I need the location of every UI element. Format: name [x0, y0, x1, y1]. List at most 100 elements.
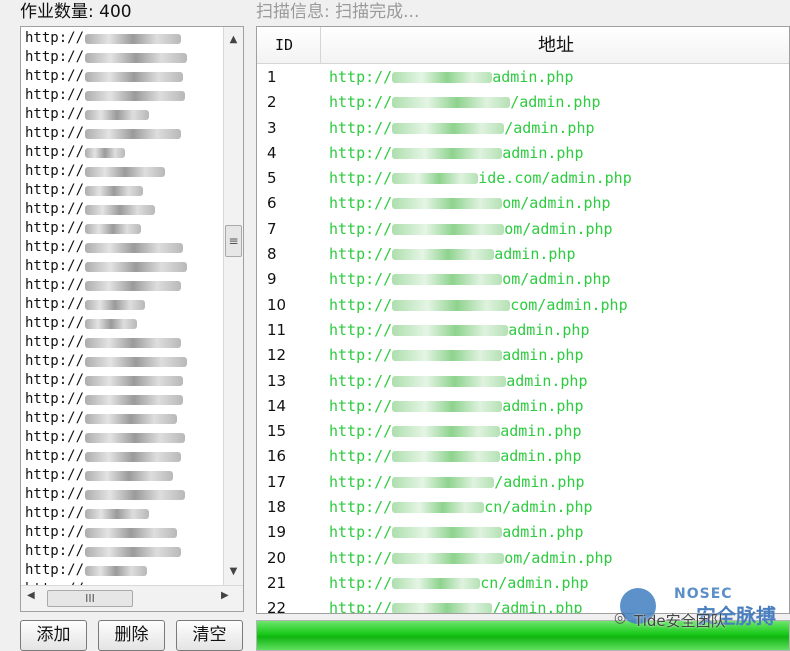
- list-item[interactable]: http://: [25, 447, 221, 466]
- list-item[interactable]: http://: [25, 67, 221, 86]
- table-row[interactable]: 2 http:// /admin.php: [257, 90, 789, 115]
- cell-address: http:// admin.php: [329, 141, 584, 166]
- cell-id: 17: [267, 472, 287, 491]
- list-item[interactable]: http://: [25, 466, 221, 485]
- add-button[interactable]: 添加: [20, 620, 87, 651]
- obscured-domain: [392, 426, 501, 438]
- list-item[interactable]: http://: [25, 561, 221, 580]
- list-item[interactable]: http://: [25, 504, 221, 523]
- table-row[interactable]: 1 http:// admin.php: [257, 65, 789, 90]
- list-item[interactable]: http://: [25, 200, 221, 219]
- scroll-right-icon[interactable]: ▶: [221, 590, 229, 601]
- list-item[interactable]: http://: [25, 371, 221, 390]
- url-prefix: http://: [329, 346, 393, 365]
- scroll-up-icon[interactable]: ▲: [224, 31, 243, 49]
- list-item[interactable]: http://: [25, 143, 221, 162]
- obscured-domain: [392, 451, 501, 463]
- table-row[interactable]: 15 http:// admin.php: [257, 419, 789, 444]
- url-prefix: http://: [329, 169, 393, 188]
- job-count-label: 作业数量: 400: [20, 2, 132, 22]
- list-item[interactable]: http://: [25, 276, 221, 295]
- list-item[interactable]: http://: [25, 428, 221, 447]
- obscured-domain: [392, 299, 511, 311]
- table-row[interactable]: 4 http:// admin.php: [257, 141, 789, 166]
- list-item[interactable]: http://: [25, 257, 221, 276]
- list-item[interactable]: http://: [25, 86, 221, 105]
- list-item[interactable]: http://: [25, 181, 221, 200]
- obscured-domain: [85, 508, 150, 519]
- table-row[interactable]: 19 http:// admin.php: [257, 520, 789, 545]
- url-prefix: http://: [329, 447, 393, 466]
- url-prefix: http://: [329, 118, 393, 137]
- obscured-domain: [85, 489, 186, 500]
- table-row[interactable]: 12 http:// admin.php: [257, 343, 789, 368]
- url-prefix: http://: [329, 270, 393, 289]
- table-row[interactable]: 20 http:// om/admin.php: [257, 546, 789, 571]
- url-suffix: ide.com/admin.php: [478, 169, 632, 188]
- cell-address: http:// /admin.php: [329, 116, 595, 141]
- list-item[interactable]: http://: [25, 485, 221, 504]
- list-item[interactable]: http://: [25, 162, 221, 181]
- table-row[interactable]: 3 http:// /admin.php: [257, 116, 789, 141]
- table-row[interactable]: 18 http:// cn/admin.php: [257, 495, 789, 520]
- table-row[interactable]: 17 http:// /admin.php: [257, 470, 789, 495]
- url-prefix: http://: [329, 143, 393, 162]
- table-row[interactable]: 6 http:// om/admin.php: [257, 191, 789, 216]
- url-list[interactable]: http:// http:// http:// http:// http:// http:…: [20, 26, 244, 612]
- table-row[interactable]: 13 http:// admin.php: [257, 369, 789, 394]
- obscured-domain: [85, 109, 150, 120]
- list-item[interactable]: http://: [25, 238, 221, 257]
- scroll-left-icon[interactable]: ◀: [27, 590, 35, 601]
- cell-address: http:// admin.php: [329, 394, 584, 419]
- obscured-domain: [85, 356, 188, 367]
- list-item[interactable]: http://: [25, 48, 221, 67]
- list-item[interactable]: http://: [25, 105, 221, 124]
- list-item[interactable]: http://: [25, 333, 221, 352]
- table-row[interactable]: 7 http:// om/admin.php: [257, 217, 789, 242]
- delete-button[interactable]: 删除: [98, 620, 165, 651]
- vertical-scrollbar[interactable]: ▲ ≡ ▼: [223, 27, 243, 585]
- list-item[interactable]: http://: [25, 390, 221, 409]
- list-item[interactable]: http://: [25, 314, 221, 333]
- scroll-down-icon[interactable]: ▼: [224, 563, 243, 581]
- obscured-domain: [392, 122, 505, 134]
- url-suffix: admin.php: [502, 143, 584, 162]
- list-item[interactable]: http://: [25, 409, 221, 428]
- results-table[interactable]: ID 地址 1 http:// admin.php 2 http:// /admin.ph…: [256, 26, 790, 614]
- list-item[interactable]: http://: [25, 219, 221, 238]
- table-row[interactable]: 8 http:// admin.php: [257, 242, 789, 267]
- obscured-domain: [85, 204, 156, 215]
- cell-id: 6: [267, 194, 277, 213]
- table-row[interactable]: 11 http:// admin.php: [257, 318, 789, 343]
- vertical-scroll-thumb[interactable]: ≡: [225, 225, 242, 257]
- url-prefix: http://: [329, 245, 393, 264]
- cell-id: 5: [267, 169, 277, 188]
- list-item[interactable]: http://: [25, 124, 221, 143]
- clear-button[interactable]: 清空: [176, 620, 243, 651]
- horizontal-scroll-thumb[interactable]: III: [47, 590, 133, 607]
- table-row[interactable]: 16 http:// admin.php: [257, 444, 789, 469]
- column-header-address[interactable]: 地址: [321, 27, 789, 64]
- cell-id: 14: [267, 396, 287, 415]
- url-prefix: http://: [329, 194, 393, 213]
- table-row[interactable]: 9 http:// om/admin.php: [257, 267, 789, 292]
- obscured-domain: [392, 375, 507, 387]
- url-prefix: http://: [329, 599, 393, 614]
- table-row[interactable]: 5 http:// ide.com/admin.php: [257, 166, 789, 191]
- url-suffix: com/admin.php: [510, 295, 628, 314]
- list-item[interactable]: http://: [25, 542, 221, 561]
- url-prefix: http://: [329, 396, 393, 415]
- list-item-label: http://: [25, 524, 85, 540]
- horizontal-scrollbar[interactable]: ◀ III ▶: [21, 585, 243, 611]
- list-item[interactable]: http://: [25, 352, 221, 371]
- list-item[interactable]: http://: [25, 523, 221, 542]
- cell-id: 1: [267, 68, 277, 86]
- list-item[interactable]: http://: [25, 29, 221, 48]
- table-row[interactable]: 14 http:// admin.php: [257, 394, 789, 419]
- url-prefix: http://: [329, 371, 393, 390]
- url-prefix: http://: [329, 295, 393, 314]
- column-header-id[interactable]: ID: [257, 27, 321, 64]
- table-row[interactable]: 10 http:// com/admin.php: [257, 293, 789, 318]
- obscured-domain: [392, 552, 505, 564]
- list-item[interactable]: http://: [25, 295, 221, 314]
